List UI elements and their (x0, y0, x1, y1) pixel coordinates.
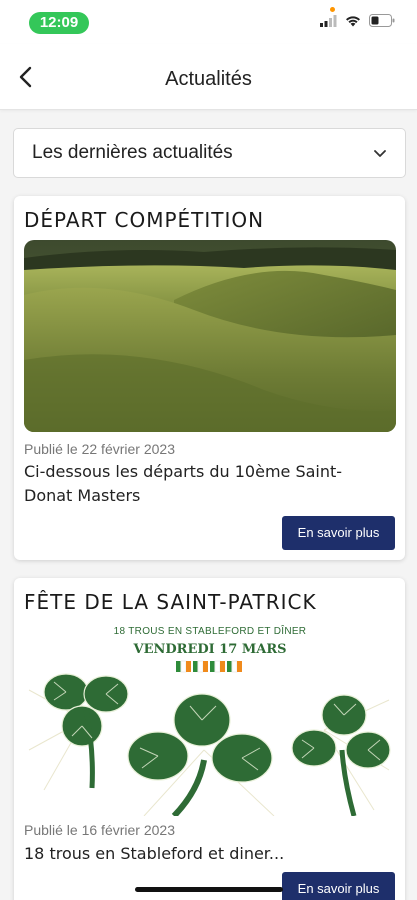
news-filter-select[interactable]: Les dernières actualités (13, 128, 406, 178)
home-indicator[interactable] (135, 887, 283, 892)
chevron-down-icon (374, 149, 386, 157)
news-card-excerpt: 18 trous en Stableford et diner... (24, 844, 285, 863)
news-card-date: Publié le 22 février 2023 (24, 441, 175, 457)
poster-line-2: VENDREDI 17 MARS (132, 642, 286, 657)
wifi-icon (346, 15, 360, 26)
poster-line-1: 18 TROUS EN STABLEFORD ET DÎNER (114, 624, 307, 637)
status-bar: 12:09 (0, 0, 417, 44)
status-time: 12:09 (29, 12, 89, 34)
page-title: Actualités (165, 68, 252, 90)
nav-header: Actualités (0, 44, 417, 110)
signal-icon (320, 14, 337, 27)
golf-course-image (24, 240, 396, 432)
news-card[interactable]: FÊTE DE LA SAINT-PATRICK 18 TROUS EN STA… (14, 578, 405, 900)
news-card-excerpt: Ci-dessous les départs du 10ème Saint-Do… (24, 462, 343, 505)
status-icons (320, 14, 395, 27)
news-card[interactable]: DÉPART COMPÉTITION Publié le 22 février … (14, 196, 405, 560)
battery-icon (369, 14, 395, 27)
news-card-title: FÊTE DE LA SAINT-PATRICK (24, 590, 317, 614)
recording-indicator (330, 7, 335, 12)
saint-patrick-poster-image: 18 TROUS EN STABLEFORD ET DÎNER VENDREDI… (24, 620, 396, 816)
news-card-date: Publié le 16 février 2023 (24, 822, 175, 838)
news-filter-value: Les dernières actualités (32, 142, 233, 163)
read-more-button[interactable]: En savoir plus (282, 872, 395, 900)
read-more-button[interactable]: En savoir plus (282, 516, 395, 550)
news-card-title: DÉPART COMPÉTITION (24, 208, 265, 232)
